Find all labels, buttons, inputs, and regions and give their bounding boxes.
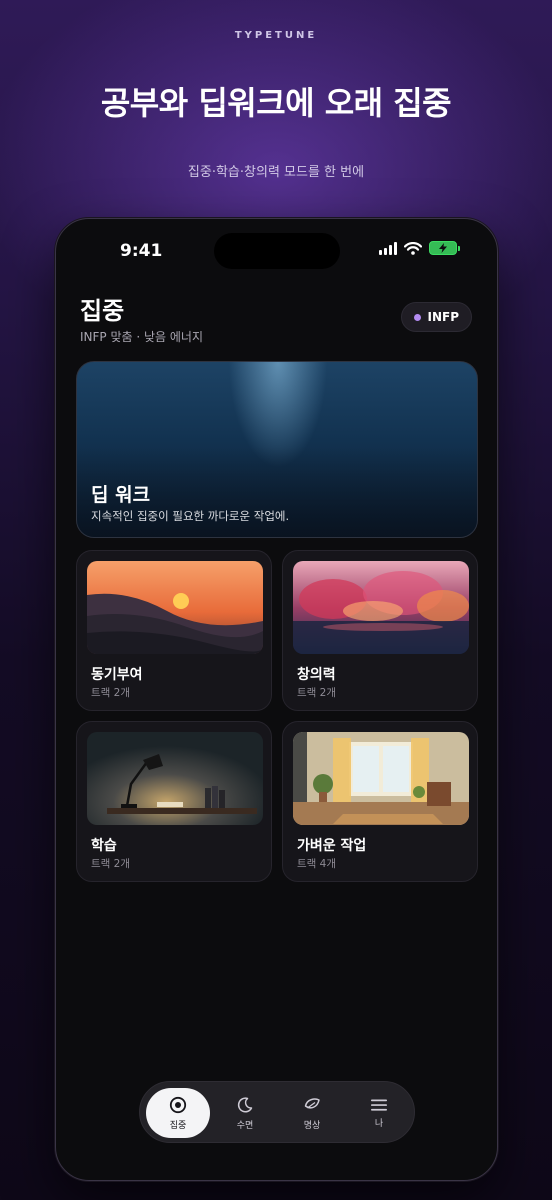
- card-title: 동기부여: [91, 667, 143, 683]
- desk-lamp-image: [87, 732, 263, 825]
- abstract-bloom-image: [293, 561, 469, 654]
- menu-icon: [371, 1099, 387, 1111]
- moon-icon: [237, 1096, 253, 1112]
- target-icon: [169, 1096, 187, 1113]
- deep-work-card[interactable]: 딥 워크 지속적인 집중이 필요한 까다로운 작업에.: [76, 361, 478, 538]
- leaf-icon: [304, 1097, 320, 1109]
- tab-focus[interactable]: 집중: [146, 1088, 210, 1138]
- tab-meditation[interactable]: 명상: [280, 1082, 344, 1144]
- card-meta: 트랙 2개: [297, 687, 336, 699]
- chip-dot-icon: [413, 313, 421, 321]
- sunny-room-image: [293, 732, 469, 825]
- page-headline: 공부와 딥워크에 오래 집중: [100, 84, 452, 122]
- category-card-study[interactable]: 학습 트랙 2개: [76, 721, 272, 882]
- category-card-light-work[interactable]: 가벼운 작업 트랙 4개: [282, 721, 478, 882]
- wifi-icon: [404, 241, 422, 255]
- card-title: 학습: [91, 838, 117, 854]
- card-meta: 트랙 4개: [297, 858, 336, 870]
- hero-description: 지속적인 집중이 필요한 까다로운 작업에.: [91, 509, 290, 523]
- battery-charging-icon: [429, 241, 460, 255]
- status-time: 9:41: [120, 241, 163, 261]
- chip-label: INFP: [427, 310, 460, 324]
- tab-sleep[interactable]: 수면: [213, 1082, 277, 1144]
- hero-title: 딥 워크: [91, 484, 151, 506]
- screen-subtitle: INFP 맞춤 · 낮음 에너지: [80, 330, 204, 344]
- dynamic-island: [214, 233, 340, 269]
- tab-bar: 집중 수면 명상 나: [139, 1081, 415, 1143]
- tab-label: 집중: [169, 1120, 187, 1131]
- card-meta: 트랙 2개: [91, 858, 130, 870]
- screen-title: 집중: [80, 297, 125, 325]
- sunset-image: [87, 561, 263, 654]
- card-title: 창의력: [297, 667, 336, 683]
- page-subline: 집중·학습·창의력 모드를 한 번에: [187, 165, 365, 180]
- card-title: 가벼운 작업: [297, 838, 367, 854]
- tab-label: 명상: [303, 1120, 321, 1131]
- brand-label: TYPETUNE: [234, 30, 318, 41]
- personality-chip[interactable]: INFP: [400, 302, 472, 332]
- card-meta: 트랙 2개: [91, 687, 130, 699]
- tab-me[interactable]: 나: [347, 1082, 411, 1144]
- category-card-motivation[interactable]: 동기부여 트랙 2개: [76, 550, 272, 711]
- tab-label: 나: [374, 1118, 384, 1129]
- phone-frame: 9:41 집중 INFP 맞춤 · 낮음 에너지 INFP 딥 워크 지속적인 …: [55, 218, 498, 1181]
- cellular-signal-icon: [379, 241, 397, 255]
- category-card-creativity[interactable]: 창의력 트랙 2개: [282, 550, 478, 711]
- tab-label: 수면: [236, 1120, 254, 1131]
- status-icons: [379, 241, 460, 255]
